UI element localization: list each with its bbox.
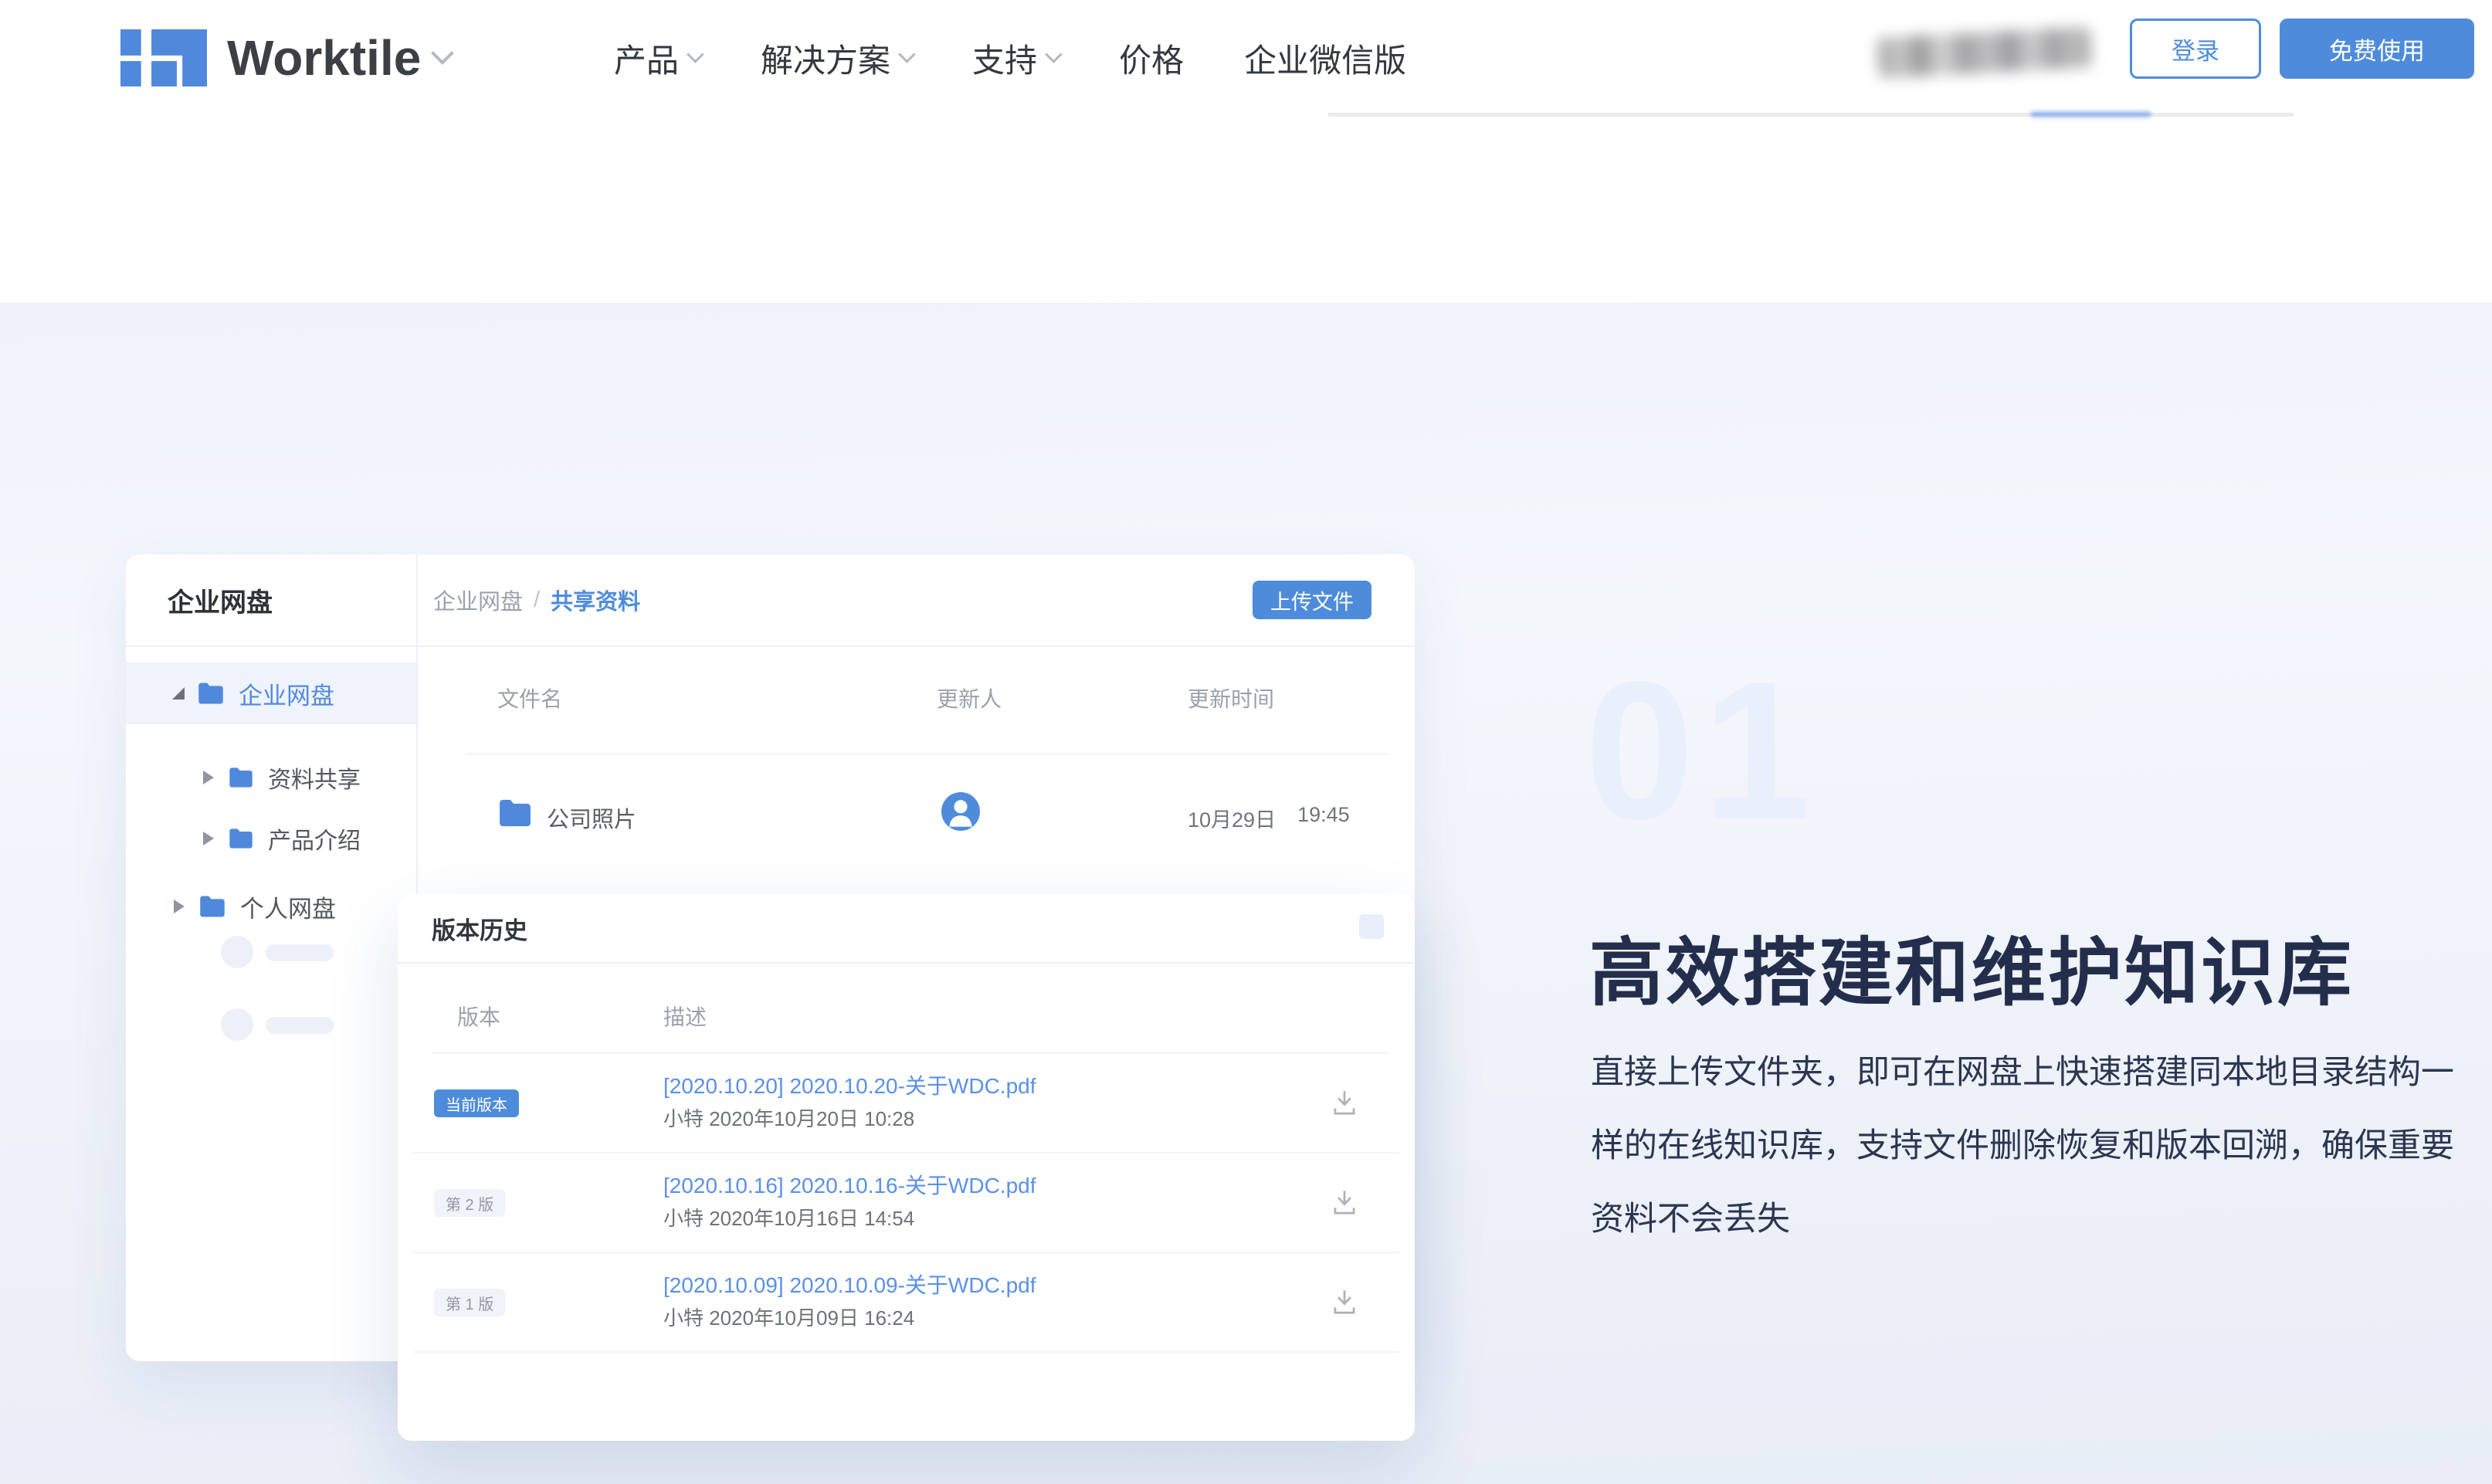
modal-title: 版本历史	[432, 894, 527, 962]
nav-item-solutions[interactable]: 解决方案	[761, 35, 912, 82]
login-button[interactable]: 登录	[2130, 19, 2261, 79]
tree-item-label: 资料共享	[268, 761, 361, 795]
tree-item-personal-drive[interactable]: 个人网盘	[126, 876, 416, 937]
user-avatar	[941, 792, 980, 831]
nav-item-support[interactable]: 支持	[972, 35, 1059, 82]
chevron-down-icon	[898, 46, 916, 63]
tree-item-enterprise-drive[interactable]: 企业网盘	[126, 662, 416, 724]
nav-item-wechat-work[interactable]: 企业微信版	[1244, 35, 1406, 82]
updated-date: 10月29日	[1188, 803, 1276, 833]
worktile-logo-icon	[120, 29, 207, 86]
caret-expanded-icon[interactable]	[172, 687, 185, 700]
version-row-current: 当前版本 [2020.10.20] 2020.10.20-关于WDC.pdf 小…	[413, 1054, 1399, 1154]
breadcrumb-current: 共享资料	[551, 584, 640, 616]
main-nav: 产品 解决方案 支持 价格 企业微信版	[614, 0, 1406, 116]
file-table-header: 文件名 更新人 更新时间	[418, 647, 1415, 755]
nav-label: 支持	[972, 35, 1037, 82]
nav-label: 价格	[1119, 35, 1184, 82]
breadcrumb-root[interactable]: 企业网盘	[433, 584, 523, 616]
version-file-link[interactable]: [2020.10.16] 2020.10.16-关于WDC.pdf	[663, 1169, 1036, 1200]
modal-column-headers: 版本 描述	[398, 964, 1415, 1054]
column-header-updated-at: 更新时间	[1188, 683, 1274, 713]
modal-header: 版本历史	[398, 894, 1415, 964]
column-header-version: 版本	[457, 1001, 500, 1032]
section-number-watermark: 01	[1585, 652, 1819, 849]
column-header-updater: 更新人	[937, 683, 1002, 713]
file-name: 公司照片	[547, 801, 636, 834]
version-badge: 第 1 版	[434, 1289, 505, 1316]
chevron-down-icon[interactable]	[431, 42, 454, 65]
upload-file-button[interactable]: 上传文件	[1253, 581, 1371, 619]
table-row-company-photos[interactable]: 公司照片 10月29日 19:45	[418, 755, 1415, 872]
version-row-2: 第 2 版 [2020.10.16] 2020.10.16-关于WDC.pdf …	[413, 1154, 1399, 1253]
download-icon[interactable]	[1328, 1286, 1361, 1318]
folder-icon	[228, 828, 254, 849]
nav-label: 企业微信版	[1244, 35, 1406, 82]
folder-icon	[497, 798, 533, 828]
caret-collapsed-icon[interactable]	[203, 832, 214, 845]
chevron-down-icon	[1045, 46, 1063, 63]
phone-number-blurred	[1877, 27, 2092, 78]
sidebar-title: 企业网盘	[168, 581, 273, 619]
nav-label: 产品	[614, 35, 679, 82]
folder-icon	[198, 895, 226, 918]
tree-item-label: 产品介绍	[268, 822, 361, 856]
nav-item-pricing[interactable]: 价格	[1119, 35, 1184, 82]
updated-time: 19:45	[1297, 803, 1350, 833]
breadcrumb-separator: /	[534, 588, 540, 613]
version-meta: 小特 2020年10月20日 10:28	[663, 1103, 914, 1132]
worktile-landing-page: Worktile 产品 解决方案 支持 价格 企业微信版 登	[0, 0, 2492, 1484]
download-icon[interactable]	[1328, 1186, 1361, 1218]
folder-icon	[197, 682, 225, 705]
close-icon[interactable]	[1359, 914, 1384, 939]
breadcrumb: 企业网盘 / 共享资料	[433, 584, 640, 616]
download-icon[interactable]	[1328, 1086, 1361, 1119]
header-divider-accent	[2031, 112, 2151, 117]
version-badge: 第 2 版	[434, 1189, 505, 1217]
folder-icon	[228, 767, 254, 788]
chevron-down-icon	[687, 46, 704, 63]
free-trial-button[interactable]: 免费使用	[2280, 19, 2474, 79]
skeleton-placeholder	[266, 1017, 334, 1034]
tree-item-label: 企业网盘	[239, 676, 334, 711]
nav-item-products[interactable]: 产品	[614, 35, 700, 82]
version-row-1: 第 1 版 [2020.10.09] 2020.10.09-关于WDC.pdf …	[413, 1253, 1399, 1353]
version-file-link[interactable]: [2020.10.20] 2020.10.20-关于WDC.pdf	[663, 1069, 1036, 1100]
sidebar-header: 企业网盘	[126, 554, 416, 647]
skeleton-placeholder	[221, 1008, 253, 1041]
tree-item-product-intro[interactable]: 产品介绍	[126, 808, 416, 869]
brand-wordmark: Worktile	[227, 29, 421, 86]
version-meta: 小特 2020年10月09日 16:24	[663, 1303, 914, 1331]
version-meta: 小特 2020年10月16日 14:54	[663, 1203, 914, 1232]
section-description: 直接上传文件夹，即可在网盘上快速搭建同本地目录结构一样的在线知识库，支持文件删除…	[1591, 1036, 2483, 1256]
section-heading: 高效搭建和维护知识库	[1589, 913, 2354, 1020]
caret-collapsed-icon[interactable]	[174, 900, 185, 913]
brand-logo[interactable]: Worktile	[120, 0, 449, 116]
version-history-modal: 版本历史 版本 描述 当前版本 [2020.10.20] 2020.10.20-…	[398, 894, 1415, 1441]
drive-sidebar: 企业网盘 企业网盘 资料共享 产品	[126, 554, 418, 1361]
version-list: 当前版本 [2020.10.20] 2020.10.20-关于WDC.pdf 小…	[413, 1054, 1399, 1353]
caret-collapsed-icon[interactable]	[203, 771, 214, 784]
tree-item-shared-materials[interactable]: 资料共享	[126, 747, 416, 808]
version-badge: 当前版本	[434, 1089, 519, 1117]
drive-toolbar: 企业网盘 / 共享资料 上传文件	[418, 554, 1415, 647]
column-header-filename: 文件名	[497, 683, 562, 713]
column-header-description: 描述	[663, 1001, 707, 1032]
version-file-link[interactable]: [2020.10.09] 2020.10.09-关于WDC.pdf	[663, 1269, 1036, 1299]
tree-item-label: 个人网盘	[240, 889, 336, 924]
nav-label: 解决方案	[761, 35, 890, 82]
top-navbar: Worktile 产品 解决方案 支持 价格 企业微信版 登	[0, 0, 2492, 116]
updated-at-cell: 10月29日 19:45	[1188, 803, 1350, 833]
file-table: 文件名 更新人 更新时间 公司照片 10月29日	[418, 647, 1415, 872]
skeleton-placeholder	[266, 944, 334, 961]
skeleton-placeholder	[221, 936, 253, 968]
